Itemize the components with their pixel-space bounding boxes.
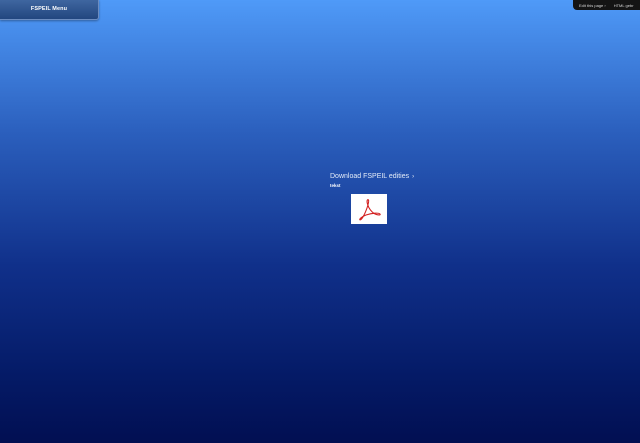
pdf-download-button[interactable] — [351, 194, 387, 224]
edit-page-link[interactable]: Edit this page › — [579, 3, 606, 8]
fspeil-menu-button[interactable]: FSPEIL Menu — [0, 0, 99, 20]
caption-text: tekst — [330, 183, 341, 188]
html-link[interactable]: HTML gebr — [614, 3, 634, 8]
download-editions-link[interactable]: Download FSPEIL edities › — [330, 172, 450, 182]
download-link-label: Download FSPEIL edities — [330, 173, 410, 180]
chevron-right-icon: › — [412, 174, 415, 180]
download-section: Download FSPEIL edities › tekst — [330, 172, 450, 224]
adobe-pdf-icon — [359, 199, 381, 221]
edit-toolbar: Edit this page › HTML gebr — [573, 0, 640, 10]
